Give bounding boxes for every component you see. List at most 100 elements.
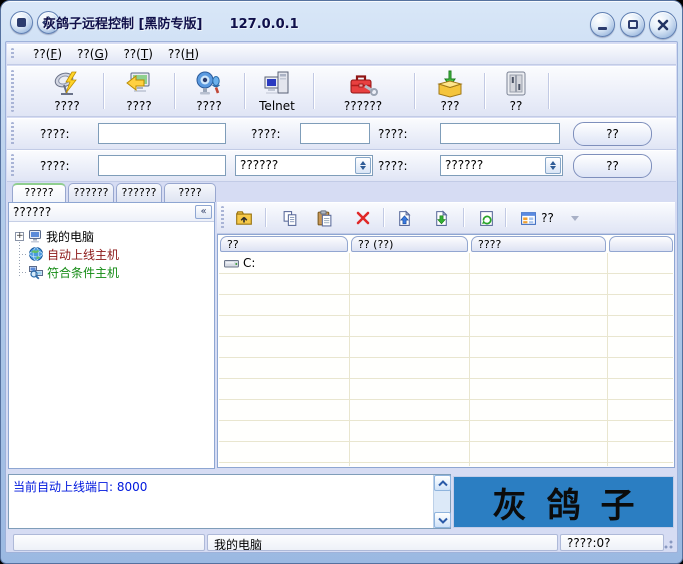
- upload-button[interactable]: [389, 205, 419, 231]
- column-header-extra[interactable]: [609, 236, 673, 252]
- combo-dropdown-icon[interactable]: [355, 157, 371, 174]
- connect-button[interactable]: ??: [573, 122, 652, 146]
- view-dropdown-icon[interactable]: [571, 216, 579, 221]
- search-type-combobox[interactable]: ??????: [235, 155, 373, 176]
- file-grid[interactable]: C:: [219, 253, 673, 466]
- computer-terminal-icon: [262, 69, 292, 99]
- collapse-panel-button[interactable]: «: [195, 205, 212, 219]
- file-table: ?? ?? (??) ???? C:: [217, 234, 675, 468]
- toolbar-separator: [548, 73, 550, 109]
- minimize-icon: [598, 27, 607, 30]
- resize-grip[interactable]: [663, 539, 673, 549]
- log-scrollbar[interactable]: [433, 475, 450, 528]
- column-header-size[interactable]: ?? (??): [351, 236, 468, 252]
- webcam-voice-button[interactable]: ????: [176, 69, 242, 115]
- ip-input[interactable]: [98, 123, 226, 144]
- range-combobox[interactable]: ??????: [440, 155, 563, 176]
- search-button[interactable]: ??: [573, 154, 652, 178]
- auto-online-button[interactable]: ????: [34, 69, 100, 115]
- disk-drive-icon: [224, 257, 239, 270]
- host-tree-panel: ?????? « + 我的电脑 自动上线主机: [8, 202, 215, 469]
- system-menu-button[interactable]: [10, 11, 33, 34]
- row2-grip[interactable]: [11, 154, 14, 177]
- download-button[interactable]: [426, 205, 456, 231]
- menu-item-tools[interactable]: ??(T): [123, 47, 152, 61]
- copy-icon: [282, 210, 299, 227]
- log-text: 当前自动上线端口: 8000: [13, 478, 147, 495]
- paste-button[interactable]: [309, 205, 339, 231]
- server-config-button[interactable]: ??????: [322, 69, 404, 115]
- switch-panel-icon: [501, 69, 531, 99]
- scroll-down-button[interactable]: [434, 512, 451, 528]
- tree-expander-icon[interactable]: +: [15, 232, 24, 241]
- app-window: 灰鸽子远程控制 [黑防专版] 127.0.0.1 ??(F) ??(G) ??(…: [0, 0, 683, 564]
- menu-item-help[interactable]: ??(H): [168, 47, 199, 61]
- scroll-up-button[interactable]: [434, 475, 451, 491]
- paste-icon: [316, 210, 333, 227]
- tab-command[interactable]: ??????: [116, 183, 162, 202]
- capture-button[interactable]: ???: [419, 69, 481, 115]
- row1-grip[interactable]: [11, 122, 14, 145]
- file-toolbar-grip[interactable]: [221, 206, 224, 229]
- folder-up-icon: [235, 209, 253, 227]
- tab-settings[interactable]: ????: [164, 183, 216, 202]
- toolbar-separator: [313, 73, 315, 109]
- file-row-c-drive[interactable]: C:: [219, 253, 673, 273]
- menubar-grip[interactable]: [11, 48, 14, 60]
- connection-row-1: ????: ????: ????: ??: [7, 118, 676, 150]
- statusbar: 我的电脑 ????:0?: [7, 533, 676, 553]
- toolbar-separator: [103, 73, 105, 109]
- combo-dropdown-icon[interactable]: [545, 157, 561, 174]
- menu-item-file[interactable]: ??(F): [33, 47, 62, 61]
- delete-x-icon: [355, 210, 371, 226]
- left-tabstrip: ????? ?????? ?????? ????: [9, 183, 224, 203]
- column-header-type[interactable]: ????: [471, 236, 606, 252]
- status-segment-left: [13, 534, 205, 551]
- port-input[interactable]: [300, 123, 370, 144]
- tab-remote-control[interactable]: ??????: [68, 183, 114, 202]
- system-menu-icon: [17, 18, 26, 27]
- window-title: 灰鸽子远程控制 [黑防专版] 127.0.0.1: [43, 13, 299, 32]
- menu-item-manage[interactable]: ??(G): [77, 47, 108, 61]
- minimize-button[interactable]: [590, 12, 615, 37]
- toolbar-grip[interactable]: [11, 70, 14, 112]
- close-button[interactable]: [649, 11, 677, 39]
- computer-icon: [27, 228, 43, 244]
- tree-item-matched-hosts[interactable]: 符合条件主机: [9, 263, 119, 281]
- file-toolbar: ??: [217, 202, 675, 234]
- tree-item-auto-online-hosts[interactable]: 自动上线主机: [9, 245, 119, 263]
- delete-button[interactable]: [348, 205, 378, 231]
- form-label: ????:: [40, 159, 70, 173]
- remote-control-button[interactable]: ????: [106, 69, 172, 115]
- download-icon: [433, 210, 450, 227]
- toolbar-separator: [383, 208, 385, 227]
- switch-button[interactable]: ??: [487, 69, 545, 115]
- client-area: ??(F) ??(G) ??(T) ??(H) ???? ????: [5, 41, 678, 553]
- tab-file-manage[interactable]: ?????: [12, 183, 66, 202]
- maximize-button[interactable]: [620, 12, 645, 37]
- tree-item-my-computer[interactable]: + 我的电脑: [9, 227, 94, 245]
- view-mode-button[interactable]: ??: [509, 205, 565, 231]
- password-input[interactable]: [440, 123, 560, 144]
- folder-up-button[interactable]: [229, 205, 259, 231]
- column-header-name[interactable]: ??: [220, 236, 348, 252]
- brand-banner: 灰鸽子: [453, 476, 674, 528]
- refresh-button[interactable]: [471, 205, 501, 231]
- copy-button[interactable]: [275, 205, 305, 231]
- status-segment-location: 我的电脑: [207, 534, 558, 551]
- toolbox-icon: [348, 69, 378, 99]
- box-download-icon: [435, 69, 465, 99]
- search-value-input[interactable]: [98, 155, 226, 176]
- toolbar-separator: [265, 208, 267, 227]
- log-panel: 当前自动上线端口: 8000: [8, 474, 451, 529]
- brand-text: 灰鸽子: [473, 478, 655, 527]
- toolbar-separator: [505, 208, 507, 227]
- maximize-icon: [628, 20, 638, 29]
- main-toolbar: ???? ???? ???? Telnet: [7, 66, 676, 117]
- titlebar[interactable]: 灰鸽子远程控制 [黑防专版] 127.0.0.1: [1, 1, 682, 41]
- grid-line: [469, 253, 470, 466]
- telnet-button[interactable]: Telnet: [246, 69, 308, 115]
- file-panel: ?? ?? ?? (??) ???? C:: [217, 202, 675, 468]
- satellite-lightning-icon: [52, 69, 82, 99]
- menubar: ??(F) ??(G) ??(T) ??(H): [7, 44, 676, 65]
